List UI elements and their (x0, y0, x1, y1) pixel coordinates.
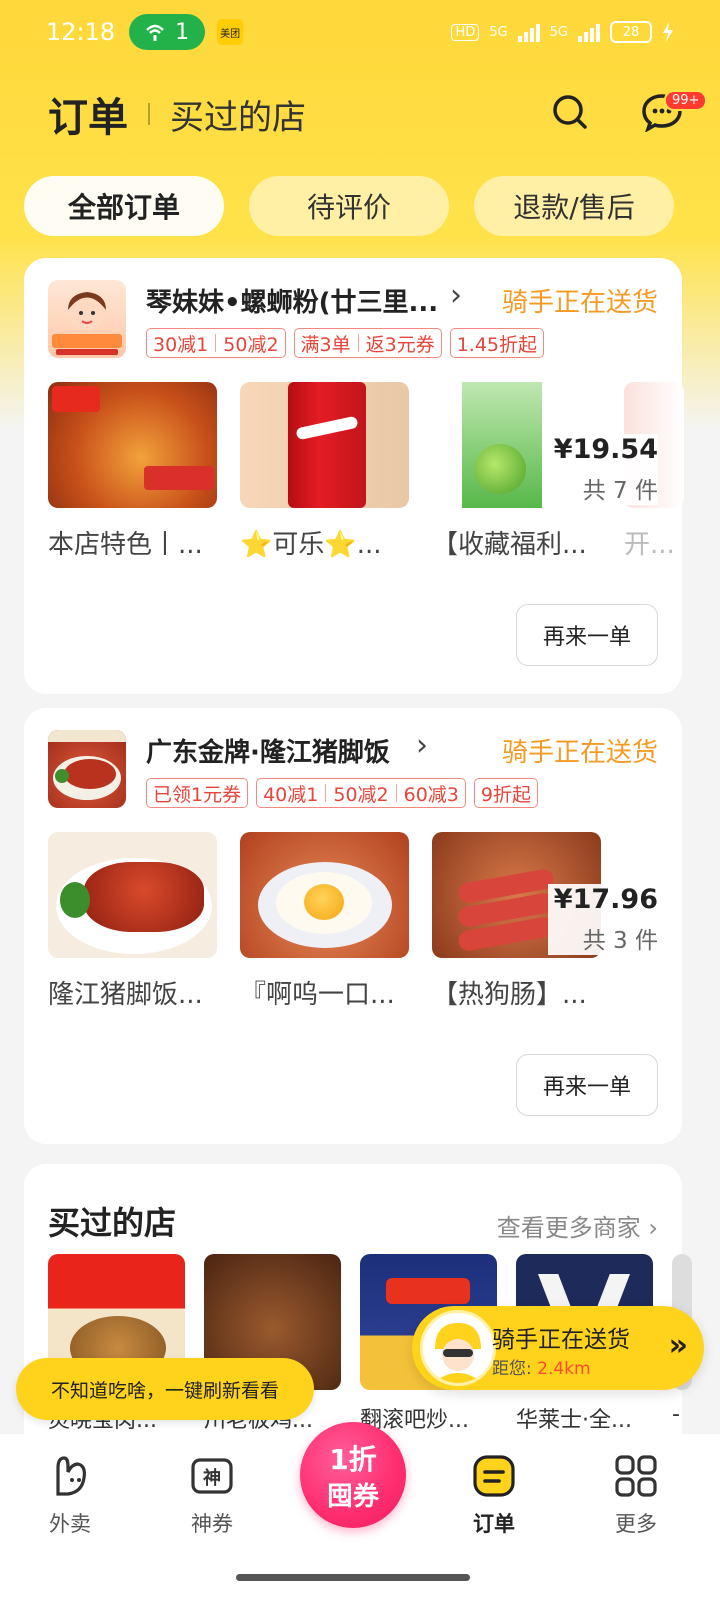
double-chevron-right-icon: » (668, 1328, 688, 1363)
item-name: 【收藏福利... (432, 530, 587, 560)
nav-item-coupons[interactable]: 神 神券 (162, 1450, 262, 1538)
status-bar: 12:18 1 美团 HD 5G 5G 28 (0, 0, 720, 64)
meituan-app-icon: 美团 (217, 19, 244, 45)
promo-tag: 满3单 返3元券 (293, 328, 442, 358)
hotspot-count: 1 (175, 19, 190, 45)
page-title[interactable]: 订单 (48, 85, 128, 143)
shop-logo-image (48, 730, 126, 800)
food-image (240, 832, 409, 958)
svg-text:神: 神 (203, 1467, 221, 1489)
search-icon (553, 95, 587, 129)
wifi-hotspot-icon (146, 24, 165, 41)
hd-indicator: HD (451, 23, 480, 41)
shop-name[interactable]: 琴妹妹•螺蛳粉(廿三里... (146, 282, 438, 319)
shop-tile-name: - (672, 1402, 680, 1427)
signal-icon-1 (517, 22, 540, 42)
nav-label: 订单 (473, 1512, 515, 1536)
shop-logo-image (52, 292, 122, 355)
shop-tile-name: 华莱士·全... (516, 1408, 632, 1433)
item-name: 本店特色丨... (48, 530, 203, 560)
order-summary: ¥19.54 共 7 件 (548, 434, 658, 505)
shop-name[interactable]: 广东金牌·隆江猪脚饭 (146, 732, 390, 769)
item-name: 『啊呜一口... (240, 980, 395, 1010)
page-header: 订单 买过的店 (48, 86, 700, 142)
rider-delivery-float[interactable]: 骑手正在送货 距您: 2.4km » (412, 1306, 704, 1390)
order-items[interactable]: 隆江猪脚饭... 『啊呜一口... 【热狗肠】... (48, 832, 601, 1011)
nav-label: 外卖 (49, 1512, 91, 1536)
hotspot-indicator: 1 (129, 14, 206, 50)
item-name: 【热狗肠】... (432, 980, 587, 1010)
bought-shops-tab[interactable]: 买过的店 (170, 90, 306, 139)
item-name: ⭐可乐⭐... (240, 530, 382, 560)
refresh-suggestion-tip[interactable]: 不知道吃啥，一键刷新看看 (16, 1358, 314, 1420)
network-label-1: 5G (489, 24, 508, 40)
chevron-right-icon[interactable]: › (416, 728, 428, 763)
food-image (48, 832, 217, 958)
status-time: 12:18 (46, 18, 116, 46)
promo-tag: 9折起 (473, 778, 538, 808)
list-item[interactable]: 本店特色丨... (48, 382, 217, 561)
shop-logo[interactable] (48, 730, 126, 808)
food-image (48, 382, 217, 508)
promo-tags: 已领1元券 40减1 50减2 60减3 9折起 (146, 778, 538, 808)
rider-avatar (420, 1310, 496, 1386)
list-item[interactable]: 隆江猪脚饭... (48, 832, 217, 1011)
coupon-icon: 神 (191, 1458, 233, 1494)
header-divider (148, 103, 150, 125)
tab-pending-review[interactable]: 待评价 (249, 176, 449, 236)
charging-icon (663, 22, 673, 42)
item-name: 隆江猪脚饭... (48, 980, 203, 1010)
order-card[interactable]: 琴妹妹•螺蛳粉(廿三里... › 骑手正在送货 30减1 50减2 满3单 返3元券… (24, 258, 684, 694)
grid-icon (615, 1455, 657, 1497)
chevron-right-icon[interactable]: › (450, 278, 462, 313)
nav-item-more[interactable]: 更多 (586, 1450, 686, 1538)
food-image (240, 382, 409, 508)
order-price: ¥17.96 (553, 884, 658, 915)
orders-icon (473, 1455, 515, 1497)
reorder-button[interactable]: 再来一单 (516, 604, 658, 666)
rider-distance: 距您: 2.4km (492, 1359, 591, 1379)
section-title: 买过的店 (48, 1204, 177, 1242)
center-label-2: 囤券 (326, 1482, 379, 1512)
search-button[interactable] (548, 90, 592, 134)
list-item[interactable]: ⭐可乐⭐... (240, 382, 409, 561)
center-label-1: 1折 (329, 1443, 377, 1476)
order-status: 骑手正在送货 (501, 288, 658, 318)
list-item[interactable]: 『啊呜一口... (240, 832, 409, 1011)
order-card[interactable]: 广东金牌·隆江猪脚饭 › 骑手正在送货 已领1元券 40减1 50减2 60减3 9… (24, 708, 682, 1144)
discount-coupon-button[interactable]: 1折 囤券 (300, 1422, 406, 1528)
network-label-2: 5G (549, 24, 568, 40)
item-name: 开... (624, 530, 675, 560)
order-price: ¥19.54 (553, 434, 658, 465)
promo-tag: 30减1 50减2 (146, 328, 286, 358)
rider-status-title: 骑手正在送货 (492, 1327, 630, 1353)
tab-refund-after-sales[interactable]: 退款/售后 (474, 176, 674, 236)
nav-label: 更多 (615, 1512, 657, 1536)
battery-icon: 28 (610, 21, 652, 43)
promo-tag: 40减1 50减2 60减3 (256, 778, 466, 808)
view-more-shops-link[interactable]: 查看更多商家 › (497, 1208, 658, 1243)
order-summary: ¥17.96 共 3 件 (548, 884, 658, 955)
nav-item-takeout[interactable]: 外卖 (20, 1450, 120, 1538)
kangaroo-icon (56, 1456, 86, 1496)
item-count: 共 3 件 (582, 928, 658, 954)
shop-logo[interactable] (48, 280, 126, 358)
item-count: 共 7 件 (582, 478, 658, 504)
order-status: 骑手正在送货 (501, 738, 658, 768)
nav-item-orders[interactable]: 订单 (444, 1450, 544, 1538)
chevron-right-icon: › (648, 1214, 658, 1242)
home-indicator[interactable] (236, 1574, 470, 1581)
promo-tags: 30减1 50减2 满3单 返3元券 1.45折起 (146, 328, 545, 358)
rider-icon (433, 1323, 483, 1383)
promo-tag: 1.45折起 (449, 328, 545, 358)
tab-all-orders[interactable]: 全部订单 (24, 176, 224, 236)
promo-tag: 已领1元券 (146, 778, 249, 808)
message-count-badge: 99+ (664, 90, 708, 111)
nav-label: 神券 (191, 1512, 233, 1536)
signal-icon-2 (578, 22, 600, 42)
reorder-button[interactable]: 再来一单 (516, 1054, 658, 1116)
